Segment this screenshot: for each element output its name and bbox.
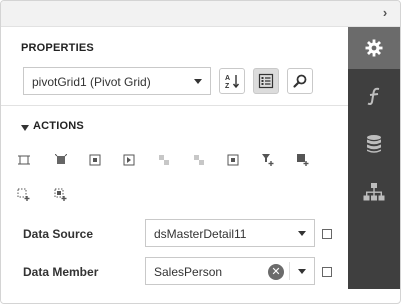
svg-text:Z: Z — [225, 83, 230, 89]
tab-expressions[interactable] — [348, 75, 400, 117]
chevron-down-icon — [298, 269, 306, 274]
gear-icon — [365, 39, 383, 57]
data-member-select[interactable]: SalesPerson ✕ — [145, 257, 315, 285]
hierarchy-icon — [363, 183, 385, 201]
add-column-icon[interactable] — [16, 187, 32, 203]
properties-panel: › PROPERTIES pivotGrid1 (Pivot Grid) A Z — [0, 0, 401, 304]
categorized-button[interactable] — [253, 68, 279, 94]
align-center-icon[interactable] — [53, 152, 69, 168]
panel-top-bar: › — [1, 1, 400, 27]
select-separator — [289, 262, 290, 280]
collapse-chevron-icon[interactable]: › — [378, 6, 392, 20]
sidebar-tabs — [348, 27, 400, 289]
add-data-icon[interactable] — [53, 187, 69, 203]
component-select-value: pivotGrid1 (Pivot Grid) — [32, 75, 151, 89]
tab-field-list[interactable] — [348, 123, 400, 165]
actions-title: ACTIONS — [33, 120, 84, 132]
expression-icon — [367, 87, 380, 105]
chevron-down-icon — [298, 231, 306, 236]
properties-title: PROPERTIES — [21, 42, 94, 54]
clear-icon[interactable]: ✕ — [268, 264, 284, 280]
categories-icon — [258, 73, 274, 89]
disabled-tool-b-icon — [191, 152, 207, 168]
data-source-value: dsMasterDetail11 — [154, 227, 247, 241]
tab-report-explorer[interactable] — [348, 171, 400, 213]
fit-bounds-icon[interactable] — [87, 152, 103, 168]
data-member-label: Data Member — [23, 265, 99, 279]
sort-alpha-icon: A Z — [225, 75, 240, 89]
svg-text:A: A — [225, 75, 230, 82]
data-source-label: Data Source — [23, 227, 94, 241]
data-source-checkbox[interactable] — [322, 229, 332, 239]
disabled-tool-a-icon — [156, 152, 172, 168]
add-row-icon[interactable] — [295, 152, 311, 168]
tab-properties[interactable] — [348, 27, 400, 69]
collapse-triangle-icon[interactable] — [21, 121, 29, 131]
properties-main: PROPERTIES pivotGrid1 (Pivot Grid) A Z A… — [1, 27, 348, 303]
chevron-down-icon — [194, 79, 202, 84]
align-edges-icon[interactable] — [16, 152, 32, 168]
center-icon[interactable] — [225, 152, 241, 168]
search-icon — [293, 74, 307, 88]
sort-alphabetical-button[interactable]: A Z — [219, 68, 245, 94]
add-field-icon[interactable] — [260, 152, 276, 168]
fit-width-icon[interactable] — [121, 152, 137, 168]
data-member-value: SalesPerson — [154, 265, 223, 279]
section-divider — [1, 105, 348, 106]
database-icon — [367, 135, 381, 153]
component-select[interactable]: pivotGrid1 (Pivot Grid) — [23, 67, 211, 95]
data-member-checkbox[interactable] — [322, 267, 332, 277]
data-source-select[interactable]: dsMasterDetail11 — [145, 219, 315, 247]
search-button[interactable] — [287, 68, 313, 94]
